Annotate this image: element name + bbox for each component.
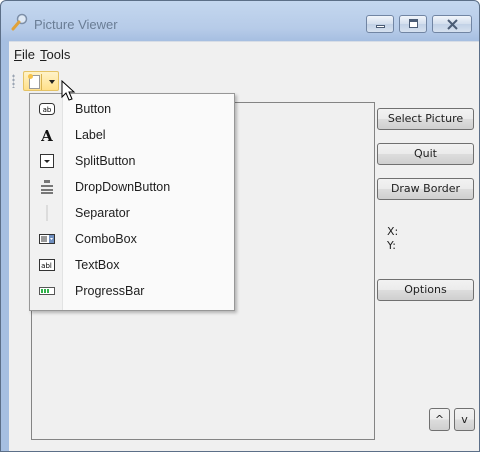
draw-border-button[interactable]: Draw Border [377,178,474,200]
separator-icon [46,205,48,221]
select-picture-button[interactable]: Select Picture [377,108,474,130]
toolstrip-grip[interactable] [12,74,15,88]
svg-text:A: A [40,127,53,143]
x-coordinate-label: X: [387,225,399,238]
y-coordinate-label: Y: [387,239,396,252]
close-icon [447,19,458,30]
svg-text:ab: ab [43,106,52,114]
menu-item-separator[interactable]: Separator [30,200,234,226]
textbox-icon: abl [39,259,55,271]
minimize-button[interactable] [366,15,394,33]
svg-text:abl: abl [41,262,52,270]
menu-item-splitbutton[interactable]: SplitButton [30,148,234,174]
maximize-icon [409,19,418,28]
add-item-dropdown-menu: ab Button A Label SplitButton DropDownBu… [29,93,235,311]
menu-item-combobox[interactable]: ComboBox [30,226,234,252]
title-bar[interactable]: Picture Viewer [1,1,479,41]
up-button[interactable]: ^ [429,408,450,431]
magnifier-app-icon [11,13,28,31]
menu-tools[interactable]: Tools [40,47,70,62]
window-title: Picture Viewer [34,17,118,32]
label-icon: A [40,127,53,143]
progressbar-icon [39,287,55,295]
options-button[interactable]: Options [377,279,474,301]
minimize-icon [376,25,385,28]
chevron-down-icon [49,80,55,84]
down-button[interactable]: v [454,408,475,431]
split-divider [41,74,42,90]
splitbutton-icon [40,154,54,168]
menu-item-progressbar[interactable]: ProgressBar [30,278,234,304]
dropdownbutton-icon [41,180,53,194]
picture-viewer-window: Picture Viewer File Tools Select Picture… [0,0,480,452]
quit-button[interactable]: Quit [377,143,474,165]
menu-bar: File Tools [9,42,479,66]
button-icon: ab [39,103,55,115]
maximize-button[interactable] [399,15,427,33]
menu-file[interactable]: File [14,47,35,62]
new-item-icon [28,74,40,89]
mouse-pointer-icon [61,80,76,101]
menu-item-dropdownbutton[interactable]: DropDownButton [30,174,234,200]
menu-item-textbox[interactable]: abl TextBox [30,252,234,278]
combobox-icon [39,234,55,244]
close-button[interactable] [432,15,472,33]
add-toolstrip-item-button[interactable] [23,71,59,91]
menu-item-label[interactable]: A Label [30,122,234,148]
tool-strip [9,70,479,92]
